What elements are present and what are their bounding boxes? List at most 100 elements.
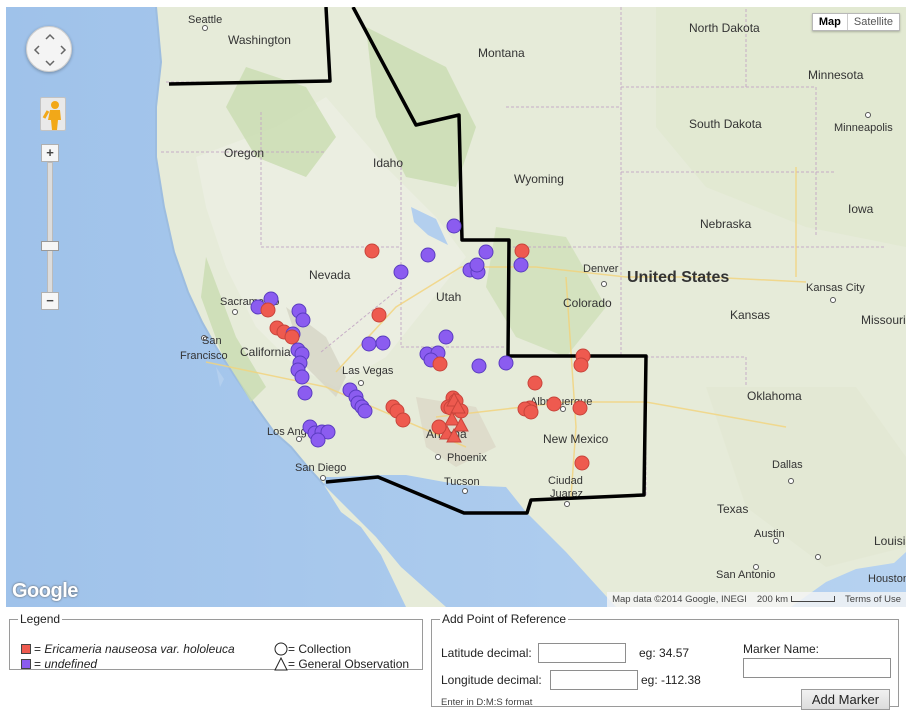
svg-text:Houston: Houston	[868, 573, 906, 585]
legend-observation-row: = General Observation	[274, 657, 409, 671]
undefined-collection-marker[interactable]	[295, 312, 311, 328]
scale-indicator: 200 km	[752, 594, 840, 605]
svg-text:Las Vegas: Las Vegas	[342, 365, 394, 377]
map-type-satellite-button[interactable]: Satellite	[848, 14, 899, 30]
undefined-collection-marker[interactable]	[471, 358, 487, 374]
state-label-idaho: Idaho	[373, 156, 403, 170]
state-label-south-dakota: South Dakota	[689, 117, 762, 131]
undefined-collection-marker[interactable]	[357, 403, 373, 419]
state-label-louisiana: Louisiana	[874, 534, 906, 548]
state-label-utah: Utah	[436, 290, 461, 304]
state-label-nevada: Nevada	[309, 268, 351, 282]
street-view-pegman[interactable]	[40, 97, 66, 131]
state-label-oregon: Oregon	[224, 146, 264, 160]
species-collection-marker[interactable]	[432, 356, 448, 372]
undefined-collection-marker[interactable]	[438, 329, 454, 345]
scale-bar	[791, 596, 836, 603]
legend-species-row: = Ericameria nauseosa var. hololeuca	[21, 642, 235, 656]
state-label-minnesota: Minnesota	[808, 68, 864, 82]
state-label-texas: Texas	[717, 502, 748, 516]
svg-text:San Diego: San Diego	[295, 462, 346, 474]
species-collection-marker[interactable]	[527, 375, 543, 391]
undefined-collection-marker[interactable]	[310, 432, 326, 448]
general-observation-label: = General Observation	[288, 657, 410, 671]
map-base-layer: Washington Montana North Dakota Minnesot…	[6, 7, 906, 607]
species-collection-marker[interactable]	[546, 396, 562, 412]
undefined-collection-marker[interactable]	[469, 257, 485, 273]
species-collection-marker[interactable]	[284, 329, 300, 345]
state-label-iowa: Iowa	[848, 202, 874, 216]
pan-arrows-icon	[33, 33, 67, 67]
species-name: Ericameria nauseosa var. hololeuca	[44, 642, 235, 656]
species-collection-marker[interactable]	[514, 243, 530, 259]
map-type-map-button[interactable]: Map	[813, 14, 848, 30]
terms-link[interactable]: Terms of Use	[840, 594, 906, 605]
undefined-collection-marker[interactable]	[294, 369, 310, 385]
species-collection-marker[interactable]	[523, 404, 539, 420]
species-collection-marker[interactable]	[260, 302, 276, 318]
triangle-icon	[274, 657, 288, 671]
svg-text:Denver: Denver	[583, 263, 619, 275]
svg-text:Seattle: Seattle	[188, 14, 222, 26]
legend-undefined-row: = undefined	[21, 657, 97, 671]
add-marker-button[interactable]: Add Marker	[801, 689, 890, 710]
undefined-swatch-icon	[21, 659, 31, 669]
undefined-collection-marker[interactable]	[393, 264, 409, 280]
undefined-collection-marker[interactable]	[478, 244, 494, 260]
add-reference-title: Add Point of Reference	[442, 612, 567, 626]
map-attribution: Map data ©2014 Google, INEGI 200 km Term…	[607, 592, 906, 607]
state-label-missouri: Missouri	[861, 313, 906, 327]
longitude-input[interactable]	[550, 670, 638, 690]
undefined-collection-marker[interactable]	[498, 355, 514, 371]
pan-control[interactable]	[26, 26, 72, 72]
country-label: United States	[627, 269, 729, 286]
undefined-collection-marker[interactable]	[361, 336, 377, 352]
zoom-slider-thumb[interactable]	[41, 241, 59, 251]
state-label-california: California	[240, 345, 291, 359]
undefined-collection-marker[interactable]	[513, 257, 529, 273]
species-collection-marker[interactable]	[574, 455, 590, 471]
map-type-control: Map Satellite	[811, 13, 900, 31]
dms-format-link[interactable]: Enter in D:M:S format	[441, 697, 532, 708]
state-label-montana: Montana	[478, 46, 525, 60]
species-collection-marker[interactable]	[371, 307, 387, 323]
svg-text:Minneapolis: Minneapolis	[834, 122, 893, 134]
legend-panel: Legend = Ericameria nauseosa var. holole…	[9, 612, 423, 671]
undefined-prefix: =	[34, 657, 42, 671]
undefined-collection-marker[interactable]	[420, 247, 436, 263]
species-collection-marker[interactable]	[573, 357, 589, 373]
legend-title: Legend	[20, 612, 61, 626]
svg-text:San Antonio: San Antonio	[716, 569, 775, 581]
species-prefix: =	[34, 642, 42, 656]
species-collection-marker[interactable]	[572, 400, 588, 416]
svg-text:Phoenix: Phoenix	[447, 452, 487, 464]
undefined-name: undefined	[44, 657, 98, 671]
state-label-nebraska: Nebraska	[700, 217, 752, 231]
undefined-collection-marker[interactable]	[446, 218, 462, 234]
undefined-collection-marker[interactable]	[375, 335, 391, 351]
latitude-input[interactable]	[538, 643, 626, 663]
state-label-oklahoma: Oklahoma	[747, 389, 802, 403]
zoom-in-button[interactable]: +	[41, 144, 59, 162]
species-collection-marker[interactable]	[395, 412, 411, 428]
longitude-label: Longitude decimal:	[441, 673, 542, 687]
marker-name-input[interactable]	[743, 658, 891, 678]
state-label-north-dakota: North Dakota	[689, 21, 760, 35]
legend-collection-row: = Collection	[274, 642, 351, 656]
latitude-label: Latitude decimal:	[441, 646, 532, 660]
zoom-out-button[interactable]: −	[41, 292, 59, 310]
svg-text:Dallas: Dallas	[772, 459, 803, 471]
species-collection-marker[interactable]	[364, 243, 380, 259]
collection-label: = Collection	[288, 642, 352, 656]
longitude-example: eg: -112.38	[641, 673, 701, 687]
google-logo: Google	[12, 580, 78, 602]
map-canvas[interactable]: Washington Montana North Dakota Minnesot…	[6, 7, 906, 607]
svg-text:Tucson: Tucson	[444, 476, 480, 488]
species-swatch-icon	[21, 644, 31, 654]
undefined-collection-marker[interactable]	[297, 385, 313, 401]
state-label-washington: Washington	[228, 33, 291, 47]
species-collection-marker[interactable]	[431, 419, 447, 435]
svg-text:Austin: Austin	[754, 528, 785, 540]
zoom-slider-track[interactable]	[47, 162, 53, 302]
marker-name-label: Marker Name:	[743, 642, 820, 656]
